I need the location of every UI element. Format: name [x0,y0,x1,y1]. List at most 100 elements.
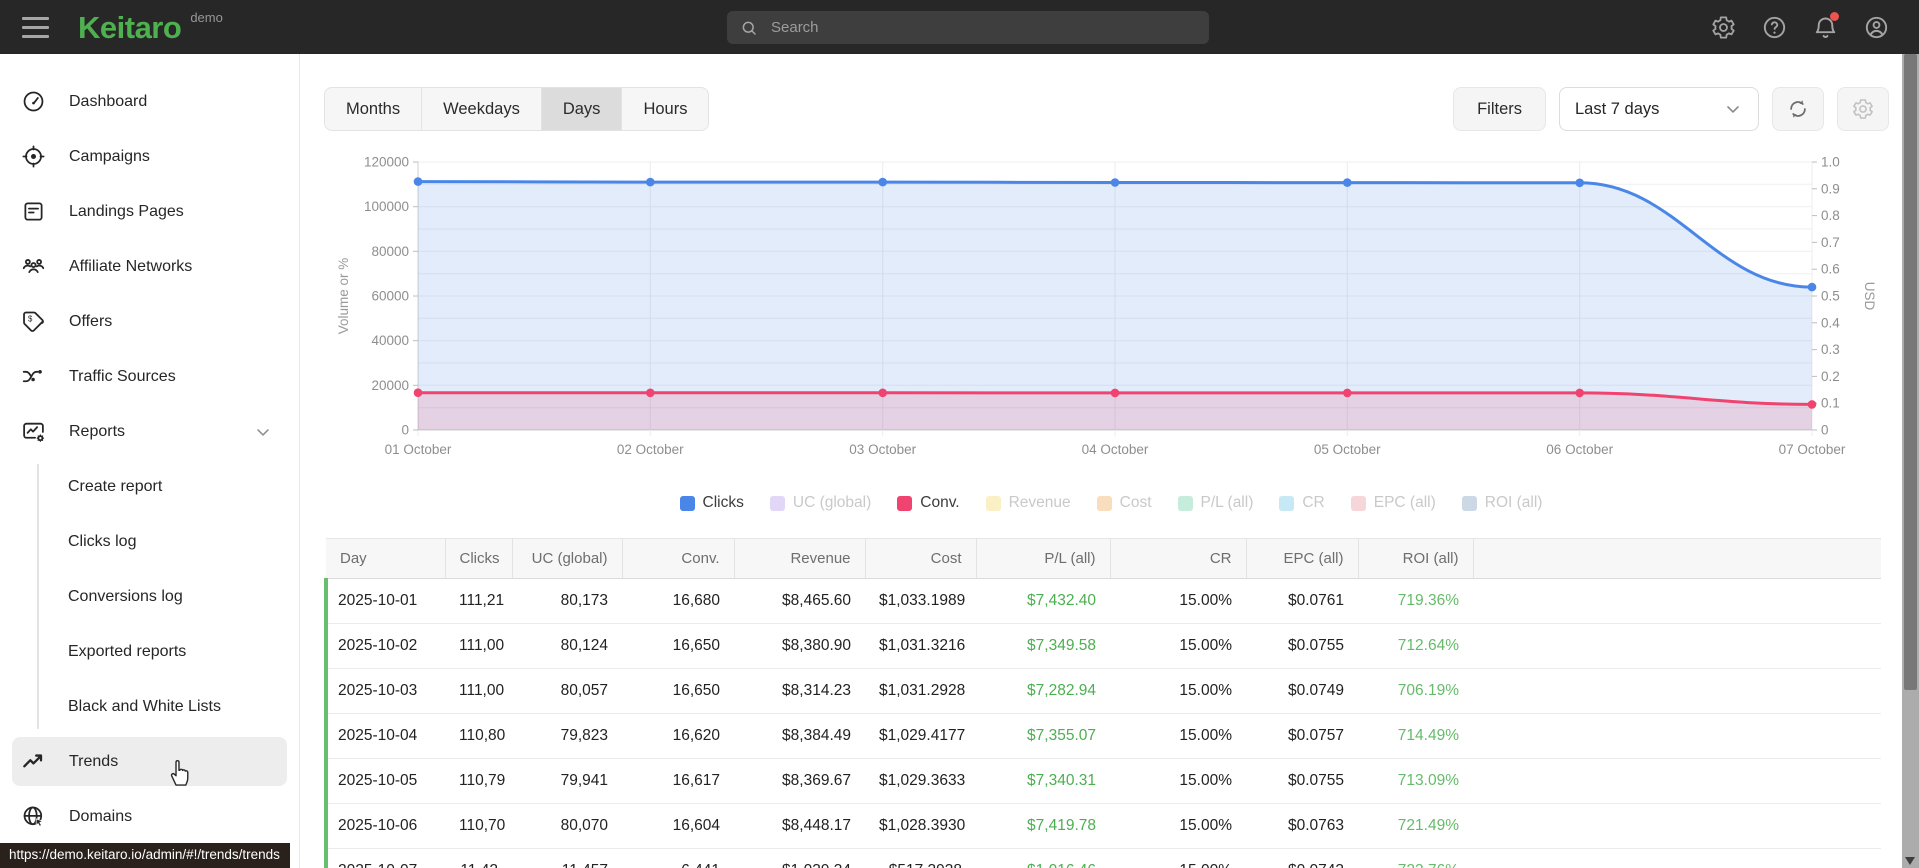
table-row: 2025-10-0711,4211,4576,441$1,039.34$517.… [324,848,1881,868]
dashboard-icon [21,89,46,114]
table-row: 2025-10-02 111,00 80,124 16,650 $8,380.90 $1,… [324,623,1881,669]
cell-epc-all: $0.0755 [1246,623,1358,669]
notifications-bell-icon[interactable] [1812,11,1839,41]
column-header-clicks: Clicks [445,538,513,579]
cell-cost: $1,033.1989 [865,578,976,624]
sidebar-item-label: Black and White Lists [68,697,221,715]
scrollbar-thumb[interactable] [1904,54,1917,690]
column-header-cr: CR [1110,538,1247,579]
cell-uc-global: 80,173 [512,578,622,624]
cell-uc-global: 11,457 [512,848,622,868]
sidebar-item-label: Affiliate Networks [69,257,193,275]
svg-text:0.5: 0.5 [1821,289,1840,304]
cell-day: 2025-10-03 [324,668,445,714]
cell-conv: 16,650 [622,623,734,669]
search-bar[interactable] [727,11,1209,44]
legend-item-cost[interactable]: Cost [1096,494,1152,512]
sidebar-item-campaigns[interactable]: Campaigns [0,129,299,184]
main-content: Months Weekdays Days Hours Filters Last … [300,54,1919,868]
sidebar-item-reports[interactable]: Reports [0,404,299,459]
search-input[interactable] [769,18,1196,37]
refresh-icon [1790,100,1806,118]
svg-text:120000: 120000 [364,155,409,170]
legend-swatch [985,495,1001,511]
legend-label: ROI (all) [1484,494,1543,511]
sidebar-item-domains[interactable]: Domains [0,789,299,844]
table-row: 2025-10-06 110,70 80,070 16,604 $8,448.17 $1,… [324,803,1881,849]
search-icon [742,21,756,35]
cell-roi-all: 706.19% [1358,668,1473,714]
period-tabs: Months Weekdays Days Hours [324,87,710,131]
legend-item-roi-all[interactable]: ROI (all) [1461,494,1543,512]
domains-icon [21,804,46,829]
table-row: 2025-10-03 111,00 80,057 16,650 $8,314.23 $1,… [324,668,1881,714]
cell-p-l-all: $7,419.78 [976,803,1110,849]
trends-chart[interactable]: 0 20000 40000 60000 80000 100000 120000 0 0.1 0.2… [324,150,1881,482]
status-url: https://demo.keitaro.io/admin/#!/trends/… [0,843,290,868]
trends-icon [21,749,46,774]
svg-text:0.3: 0.3 [1821,342,1840,357]
legend-swatch [1279,495,1295,511]
traffic-sources-icon [21,364,46,389]
vertical-scrollbar[interactable] [1902,54,1919,868]
tab-months[interactable]: Months [325,88,423,130]
cell-epc-all: $0.0763 [1246,803,1358,849]
legend-item-epc-all[interactable]: EPC (all) [1350,494,1436,512]
chart-settings-button[interactable] [1837,87,1889,131]
sidebar-item-label: Clicks log [68,532,137,550]
sidebar-item-create-report[interactable]: Create report [0,459,299,514]
filters-button[interactable]: Filters [1453,87,1546,131]
brand-logo[interactable]: Keitaro [78,12,182,43]
sidebar-item-affiliate-networks[interactable]: Affiliate Networks [0,239,299,294]
legend-label: Cost [1119,494,1152,511]
cell-revenue: $8,384.49 [734,713,865,759]
table-row: 2025-10-04 110,80 79,823 16,620 $8,384.49 $1,… [324,713,1881,759]
legend-item-uc-global[interactable]: UC (global) [769,494,872,512]
svg-text:USD: USD [1862,282,1877,311]
brand-badge: demo [190,10,223,25]
scroll-down-arrow[interactable] [1905,857,1915,865]
svg-text:0: 0 [1821,423,1829,438]
sidebar-item-traffic-sources[interactable]: Traffic Sources [0,349,299,404]
legend-label: Revenue [1008,494,1071,511]
cell-uc-global: 80,057 [512,668,622,714]
svg-text:0.8: 0.8 [1821,208,1840,223]
sidebar-item-trends[interactable]: Trends [12,737,287,786]
account-icon[interactable] [1863,14,1890,41]
legend-item-clicks[interactable]: Clicks [679,494,744,512]
cell-clicks: 110,80 [445,713,512,759]
legend-label: Conv. [920,494,960,511]
legend-label: UC (global) [792,494,872,511]
tab-days[interactable]: Days [541,88,623,130]
legend-item-conv[interactable]: Conv. [897,494,960,512]
sidebar-item-offers[interactable]: $ Offers [0,294,299,349]
sidebar-item-exported-reports[interactable]: Exported reports [0,624,299,679]
cell-uc-global: 80,124 [512,623,622,669]
offers-icon: $ [21,309,46,334]
column-header-roi-all: ROI (all) [1358,538,1474,579]
cell-clicks: 111,21 [445,578,512,624]
sidebar-item-dashboard[interactable]: Dashboard [0,74,299,129]
tab-hours[interactable]: Hours [622,88,708,130]
legend-item-p-l-all[interactable]: P/L (all) [1177,494,1253,512]
sidebar-item-clicks-log[interactable]: Clicks log [0,514,299,569]
cell-epc-all: $0.0755 [1246,758,1358,804]
sidebar-item-landings-pages[interactable]: Landings Pages [0,184,299,239]
legend-item-cr[interactable]: CR [1279,494,1325,512]
svg-text:1.0: 1.0 [1821,155,1840,170]
gear-icon[interactable] [1710,14,1737,41]
menu-icon[interactable] [22,16,49,38]
cell-cost: $1,031.2928 [865,668,976,714]
tab-weekdays[interactable]: Weekdays [422,88,542,130]
cell-revenue: $8,380.90 [734,623,865,669]
svg-text:0.6: 0.6 [1821,262,1840,277]
cell-cr: 15.00% [1110,623,1246,669]
svg-text:80000: 80000 [371,244,409,259]
sidebar-item-conversions-log[interactable]: Conversions log [0,569,299,624]
legend-item-revenue[interactable]: Revenue [985,494,1071,512]
date-range-select[interactable]: Last 7 days [1559,87,1759,131]
help-icon[interactable] [1761,14,1788,41]
sidebar-item-black-and-white-lists[interactable]: Black and White Lists [0,679,299,734]
refresh-button[interactable] [1772,87,1824,131]
table-row: 2025-10-05 110,79 79,941 16,617 $8,369.67 $1,… [324,758,1881,804]
